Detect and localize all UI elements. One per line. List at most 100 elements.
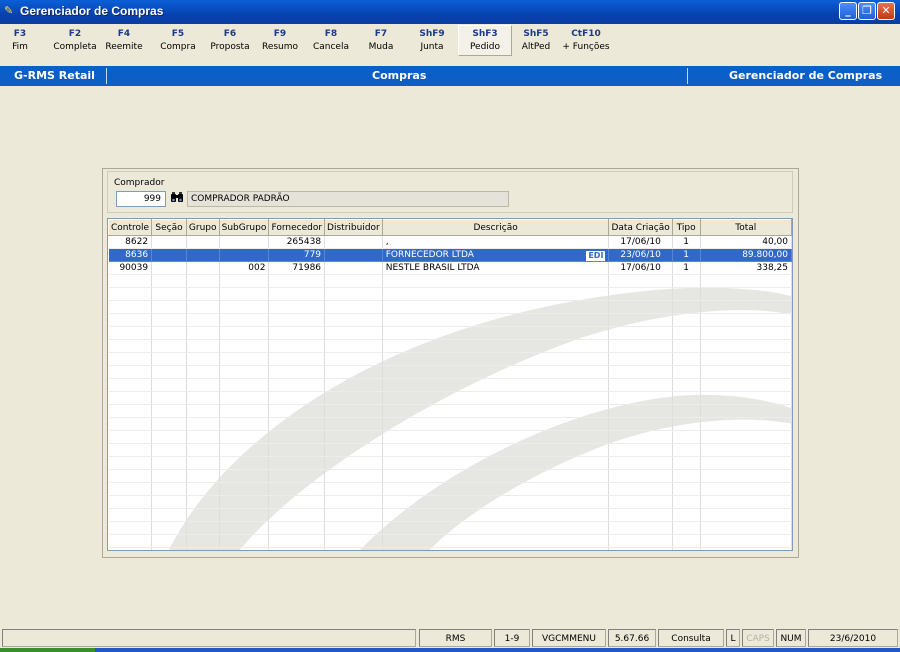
column-header-tipo[interactable]: Tipo: [671, 219, 701, 236]
empty-cell: [700, 469, 792, 483]
fkey-cancela-button[interactable]: F8 Cancela: [310, 28, 352, 53]
empty-cell: [268, 417, 326, 431]
empty-cell: [608, 365, 673, 379]
empty-cell: [324, 547, 383, 550]
empty-cell: [219, 404, 270, 418]
fkey-mais-funcoes-button[interactable]: CtF10 + Funções: [560, 28, 612, 53]
status-caps: CAPS: [742, 629, 774, 647]
cell-tipo: 1: [672, 248, 701, 262]
empty-cell: [382, 534, 610, 548]
table-row-selected[interactable]: 8636 779 EDI FORNECEDOR LTDA 23/06/10 1 8…: [108, 248, 792, 262]
empty-cell: [324, 339, 383, 353]
empty-cell: [324, 391, 383, 405]
orders-grid[interactable]: Controle Seção Grupo SubGrupo Fornecedor…: [107, 218, 793, 551]
table-row[interactable]: 8622 265438 , 17/06/10 1 40,00: [108, 235, 792, 249]
empty-cell: [186, 404, 220, 418]
column-header-secao[interactable]: Seção: [151, 219, 187, 236]
cell-subgrupo: [219, 235, 270, 249]
empty-cell: [268, 521, 326, 535]
empty-cell: [186, 300, 220, 314]
taskbar-edge: [0, 648, 900, 652]
empty-cell: [108, 352, 153, 366]
cell-total: 89.800,00: [700, 248, 792, 262]
cell-secao: [151, 248, 187, 262]
empty-cell: [700, 534, 792, 548]
empty-cell: [324, 534, 383, 548]
table-row[interactable]: 90039 002 71986 NESTLE BRASIL LTDA 17/06…: [108, 261, 792, 275]
cell-grupo: [186, 261, 220, 275]
column-header-data-criacao[interactable]: Data Criação: [608, 219, 673, 236]
fkey-compra-button[interactable]: F5 Compra: [157, 28, 199, 53]
empty-cell: [186, 365, 220, 379]
column-header-distribuidor[interactable]: Distribuidor: [324, 219, 383, 236]
empty-cell: [608, 339, 673, 353]
empty-cell: [268, 352, 326, 366]
empty-cell: [268, 378, 326, 392]
empty-row: [108, 547, 792, 550]
empty-cell: [700, 352, 792, 366]
empty-cell: [186, 417, 220, 431]
empty-cell: [672, 339, 701, 353]
column-header-grupo[interactable]: Grupo: [185, 219, 220, 236]
empty-cell: [219, 313, 270, 327]
empty-cell: [151, 430, 187, 444]
restore-button[interactable]: ❐: [858, 2, 876, 20]
column-header-controle[interactable]: Controle: [108, 219, 153, 236]
column-header-subgrupo[interactable]: SubGrupo: [218, 219, 270, 236]
empty-cell: [186, 378, 220, 392]
cell-secao: [151, 235, 187, 249]
column-header-fornecedor[interactable]: Fornecedor: [268, 219, 326, 236]
empty-cell: [608, 300, 673, 314]
fkey-key: F3: [13, 29, 27, 39]
column-header-total[interactable]: Total: [699, 219, 792, 236]
empty-row: [108, 417, 792, 431]
empty-cell: [108, 456, 153, 470]
minimize-button[interactable]: _: [839, 2, 857, 20]
cell-descricao: EDI FORNECEDOR LTDA: [382, 248, 610, 262]
fkey-key: F7: [374, 29, 388, 39]
cell-controle: 90039: [108, 261, 153, 275]
empty-cell: [608, 352, 673, 366]
empty-cell: [151, 274, 187, 288]
empty-cell: [324, 352, 383, 366]
empty-cell: [151, 391, 187, 405]
empty-cell: [324, 378, 383, 392]
empty-cell: [700, 547, 792, 550]
empty-cell: [186, 547, 220, 550]
empty-cell: [672, 508, 701, 522]
fkey-pedido-button[interactable]: ShF3 Pedido: [458, 25, 512, 56]
fkey-key: CtF10: [571, 29, 601, 39]
fkey-muda-button[interactable]: F7 Muda: [364, 28, 398, 53]
empty-cell: [672, 404, 701, 418]
fkey-completa-button[interactable]: F2 Completa: [53, 28, 97, 53]
header-divider: [106, 68, 107, 84]
empty-cell: [672, 534, 701, 548]
empty-cell: [108, 404, 153, 418]
fkey-key: F8: [324, 29, 338, 39]
fkey-fim-button[interactable]: F3 Fim: [7, 28, 33, 53]
fkey-reemite-button[interactable]: F4 Reemite: [104, 28, 144, 53]
fkey-altped-button[interactable]: ShF5 AltPed: [517, 28, 555, 53]
empty-cell: [608, 521, 673, 535]
description-text: ,: [385, 237, 389, 247]
fkey-resumo-button[interactable]: F9 Resumo: [259, 28, 301, 53]
close-button[interactable]: ✕: [877, 2, 895, 20]
fkey-label: Fim: [12, 42, 28, 52]
empty-cell: [324, 495, 383, 509]
empty-cell: [186, 469, 220, 483]
binoculars-search-icon[interactable]: [168, 191, 186, 207]
fkey-junta-button[interactable]: ShF9 Junta: [414, 28, 450, 53]
empty-cell: [324, 482, 383, 496]
empty-cell: [324, 521, 383, 535]
fkey-proposta-button[interactable]: F6 Proposta: [205, 28, 255, 53]
buyer-code-input[interactable]: 999: [116, 191, 166, 207]
empty-cell: [108, 430, 153, 444]
empty-cell: [108, 300, 153, 314]
empty-cell: [700, 300, 792, 314]
column-header-descricao[interactable]: Descrição: [381, 219, 610, 236]
empty-cell: [608, 417, 673, 431]
empty-cell: [324, 404, 383, 418]
header-divider: [687, 68, 688, 84]
empty-cell: [382, 365, 610, 379]
empty-cell: [268, 300, 326, 314]
